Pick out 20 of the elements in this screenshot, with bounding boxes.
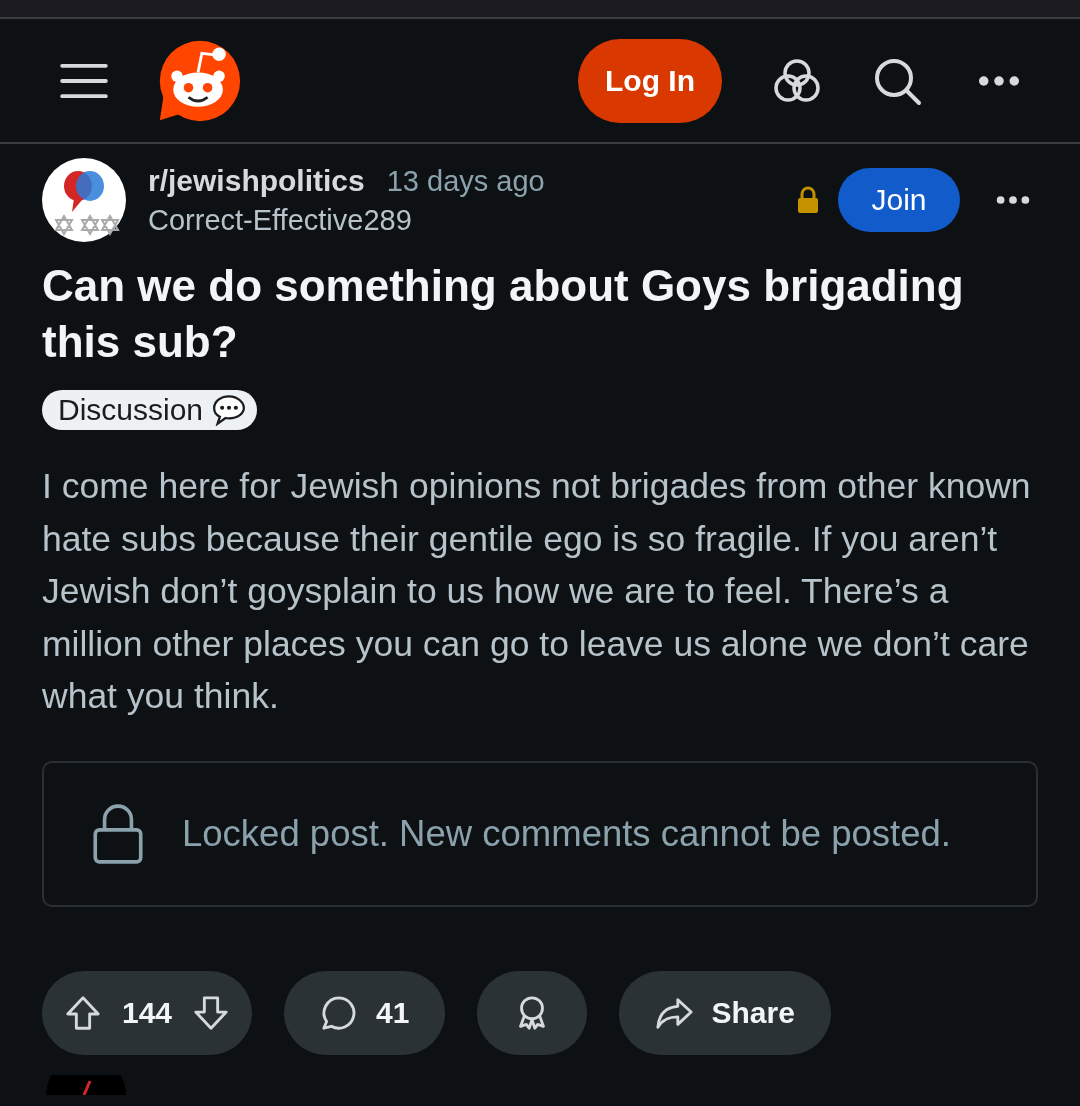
subreddit-avatar[interactable] xyxy=(42,158,126,242)
post-body: I come here for Jewish opinions not brigades from other known hate subs because their gentile ego is so fragile. If you aren’t Jewish don’t goysplain to us how we are to feel. There’s a million other places you can go to leave us alone we don’t care what you think. xyxy=(42,465,1032,718)
menu-icon[interactable] xyxy=(60,61,108,100)
author-name[interactable]: Correct-Effective289 xyxy=(148,203,796,237)
login-button[interactable]: Log In xyxy=(578,38,722,123)
lock-icon xyxy=(92,802,144,865)
post-title: Can we do something about Goys brigading this sub? xyxy=(42,260,965,368)
locked-notice-text: Locked post. New comments cannot be posted. xyxy=(182,812,951,855)
comments-button[interactable]: 41 xyxy=(284,970,446,1055)
subreddit-name[interactable]: r/jewishpolitics xyxy=(148,163,365,198)
vote-count: 144 xyxy=(122,995,173,1030)
downvote-icon[interactable] xyxy=(192,993,231,1032)
speech-bubble-icon xyxy=(211,394,248,426)
upvote-icon[interactable] xyxy=(64,993,102,1032)
post-time: 13 days ago xyxy=(386,164,545,198)
more-icon[interactable] xyxy=(978,74,1020,87)
more-icon[interactable] xyxy=(996,195,1030,205)
flair-tag[interactable]: Discussion xyxy=(42,390,258,430)
join-button[interactable]: Join xyxy=(838,168,960,232)
share-button[interactable]: Share xyxy=(619,970,831,1055)
